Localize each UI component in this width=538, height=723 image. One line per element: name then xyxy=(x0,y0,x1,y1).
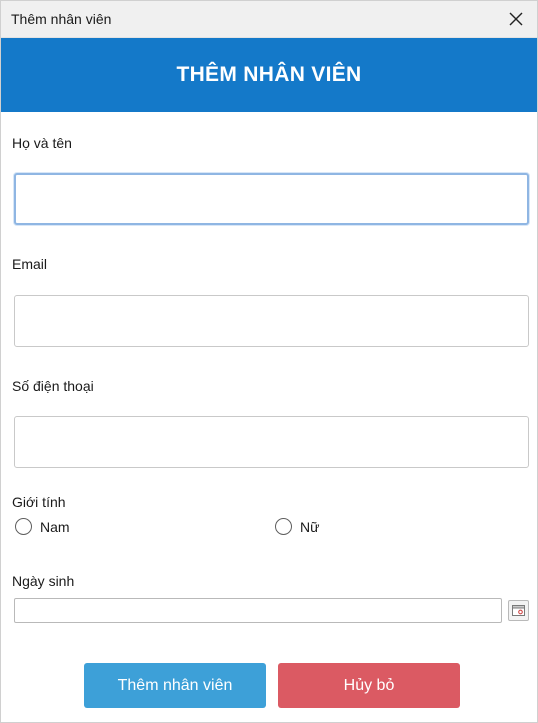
email-label: Email xyxy=(12,256,48,272)
radio-button[interactable] xyxy=(15,518,32,535)
email-field[interactable] xyxy=(14,295,529,347)
add-employee-button-label: Thêm nhân viên xyxy=(117,676,233,694)
page-title: THÊM NHÂN VIÊN xyxy=(176,63,362,86)
add-employee-button[interactable]: Thêm nhân viên xyxy=(84,663,266,708)
name-label: Họ và tên xyxy=(12,135,72,151)
radio-button[interactable] xyxy=(275,518,292,535)
close-button[interactable] xyxy=(501,4,531,34)
radio-label-male: Nam xyxy=(40,518,70,535)
gender-radio-male[interactable]: Nam xyxy=(15,518,70,535)
cancel-button-label: Hủy bỏ xyxy=(343,676,395,694)
gender-label: Giới tính xyxy=(12,494,66,510)
window-title: Thêm nhân viên xyxy=(11,11,112,27)
dob-label: Ngày sinh xyxy=(12,573,75,589)
radio-label-female: Nữ xyxy=(300,518,320,535)
cancel-button[interactable]: Hủy bỏ xyxy=(278,663,460,708)
title-bar: Thêm nhân viên xyxy=(1,1,537,38)
header-banner: THÊM NHÂN VIÊN xyxy=(1,38,537,112)
phone-field[interactable] xyxy=(14,416,529,468)
gender-radio-female[interactable]: Nữ xyxy=(275,518,319,535)
calendar-icon xyxy=(512,605,525,616)
add-employee-window: Thêm nhân viên THÊM NHÂN VIÊN Họ và tên … xyxy=(0,0,538,723)
phone-label: Số điện thoại xyxy=(12,378,94,394)
close-icon xyxy=(509,12,523,26)
dob-field[interactable] xyxy=(14,598,502,623)
name-field[interactable] xyxy=(14,173,529,225)
date-picker-button[interactable] xyxy=(508,600,529,621)
